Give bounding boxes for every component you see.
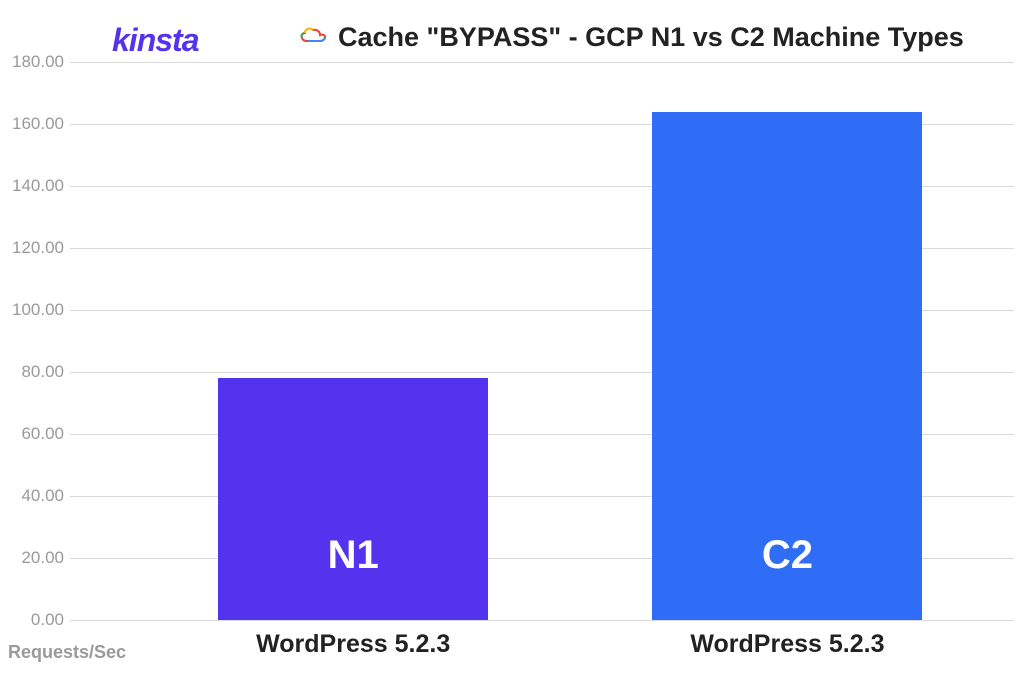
x-category-label: WordPress 5.2.3 [657,630,917,659]
y-tick-label: 100.00 [8,300,64,320]
y-tick-label: 120.00 [8,238,64,258]
gcp-cloud-icon [300,27,328,49]
x-category-label: WordPress 5.2.3 [223,630,483,659]
plot-area: 0.0020.0040.0060.0080.00100.00120.00140.… [70,62,1014,620]
bar-c2: C2 [652,112,922,620]
chart-title: Cache "BYPASS" - GCP N1 vs C2 Machine Ty… [300,22,964,53]
bar-n1: N1 [218,378,488,620]
y-tick-label: 80.00 [8,362,64,382]
chart-title-text: Cache "BYPASS" - GCP N1 vs C2 Machine Ty… [338,22,964,53]
y-tick-label: 180.00 [8,52,64,72]
y-tick-label: 20.00 [8,548,64,568]
y-tick-label: 0.00 [8,610,64,630]
bar-label: C2 [762,533,813,578]
y-tick-label: 140.00 [8,176,64,196]
chart-container: kinsta Cache "BYPASS" - GCP N1 vs C2 Mac… [0,0,1024,679]
brand-logo: kinsta [112,22,198,59]
y-tick-label: 60.00 [8,424,64,444]
gridline [70,620,1014,621]
y-tick-label: 40.00 [8,486,64,506]
bars-layer: N1 C2 [70,62,1014,620]
bar-label: N1 [328,533,379,578]
y-axis-label: Requests/Sec [8,642,126,663]
y-tick-label: 160.00 [8,114,64,134]
